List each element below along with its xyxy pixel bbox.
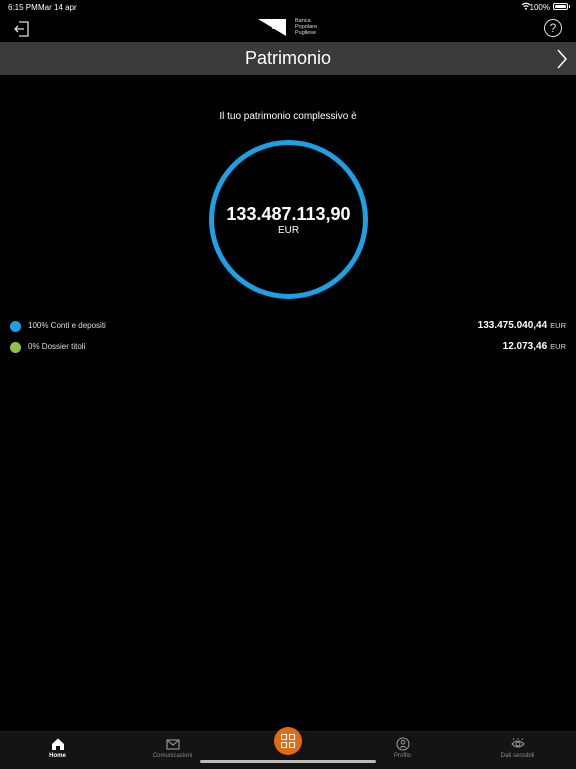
help-icon[interactable]: ?	[544, 19, 562, 37]
chevron-right-icon[interactable]	[556, 48, 568, 70]
battery-icon	[553, 3, 568, 10]
breakdown-label: 0% Dossier titoli	[28, 342, 86, 351]
page-title: Patrimonio	[244, 48, 332, 68]
logo-letters: BPP	[272, 25, 283, 31]
battery-tip	[568, 5, 570, 8]
logo-line-3: Pugliese	[295, 30, 317, 36]
summary-caption: Il tuo patrimonio complessivo è	[219, 111, 357, 122]
logout-icon[interactable]	[12, 19, 32, 39]
home-icon	[51, 738, 64, 750]
breakdown-value: 12.073,46	[502, 341, 548, 352]
status-time: 6:15 PM	[8, 3, 38, 12]
menu-grid-button[interactable]	[274, 727, 302, 755]
top-bar: BPP Banca Popolare Pugliese ?	[0, 14, 576, 42]
breakdown-currency: EUR	[550, 342, 566, 351]
breakdown-currency: EUR	[550, 321, 566, 330]
envelope-icon	[165, 739, 180, 750]
logo-text: Banca Popolare Pugliese	[295, 18, 317, 36]
status-bar: 6:15 PM Mar 14 apr 100%	[0, 0, 576, 14]
tab-label: Home	[49, 753, 66, 759]
tab-comunicazioni[interactable]: Comunicazioni	[115, 732, 230, 769]
breakdown-amount: 133.475.040,44 EUR	[478, 320, 566, 331]
breakdown-value: 133.475.040,44	[477, 320, 548, 331]
home-indicator	[200, 760, 376, 763]
status-date: Mar 14 apr	[38, 3, 77, 12]
grid-icon	[280, 733, 296, 749]
breakdown-row-dossier[interactable]: 0% Dossier titoli 12.073,46 EUR	[0, 339, 576, 357]
breakdown-amount: 12.073,46 EUR	[503, 341, 566, 352]
breakdown-label: 100% Conti e depositi	[28, 321, 106, 330]
tab-dati-sensibili[interactable]: Dati sensibili	[460, 732, 575, 769]
profile-icon	[395, 737, 410, 751]
tab-profilo[interactable]: Profilo	[345, 732, 460, 769]
tab-label: Dati sensibili	[500, 753, 535, 759]
tab-label: Comunicazioni	[152, 753, 193, 759]
tab-home[interactable]: Home	[0, 732, 115, 769]
total-amount: 133.487.113,90	[226, 204, 351, 224]
battery-percent: 100%	[529, 3, 550, 12]
tab-label: Profilo	[393, 753, 411, 759]
total-currency: EUR	[277, 225, 300, 236]
legend-dot	[10, 342, 21, 353]
legend-dot	[10, 321, 21, 332]
logo-mark: BPP	[258, 19, 286, 36]
title-bar: Patrimonio	[0, 42, 576, 75]
bank-logo: BPP Banca Popolare Pugliese	[258, 17, 322, 39]
eye-icon	[510, 738, 525, 748]
breakdown-row-conti[interactable]: 100% Conti e depositi 133.475.040,44 EUR	[0, 318, 576, 336]
